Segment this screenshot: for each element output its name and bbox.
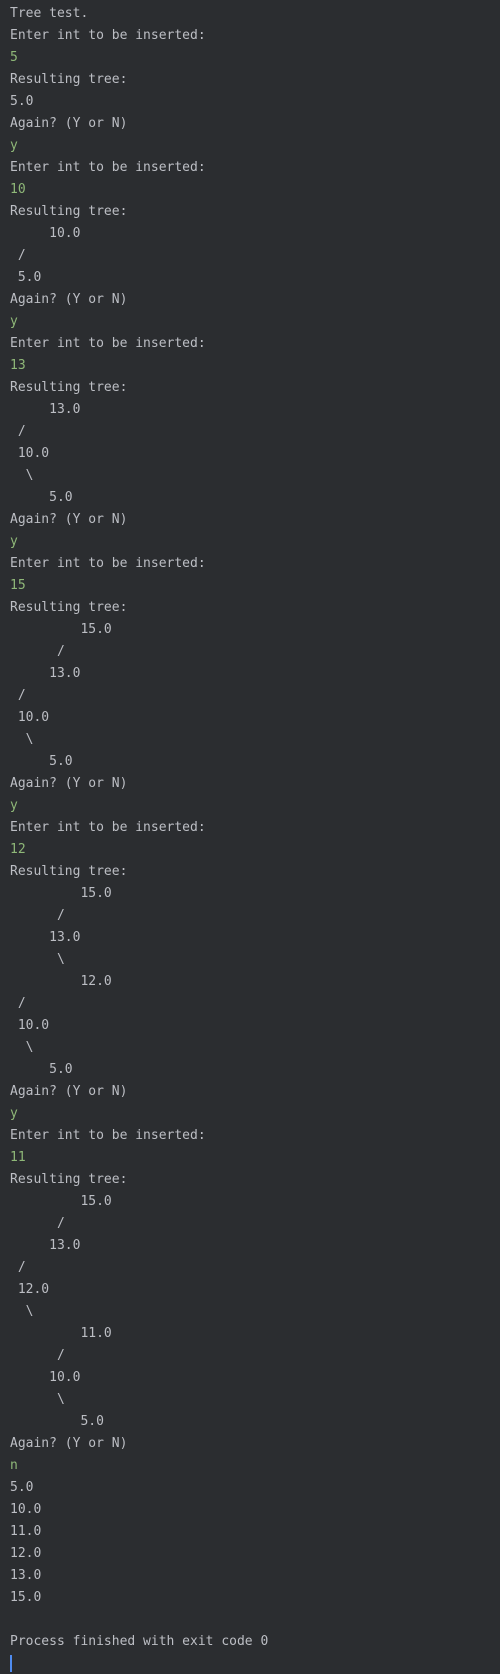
console-output-line: / — [10, 1348, 65, 1363]
console-output-line: \ — [10, 1040, 34, 1055]
console-output-line: / — [10, 424, 26, 439]
console-output-line: Again? (Y or N) — [10, 512, 128, 527]
console-output-line: 15.0 — [10, 886, 112, 901]
console-input-line: 11 — [10, 1150, 26, 1165]
console-output-line: \ — [10, 732, 34, 747]
console-output-line: 10.0 — [10, 1370, 81, 1385]
console-output-line: / — [10, 688, 26, 703]
console-input-line: y — [10, 138, 18, 153]
console-output-line: Enter int to be inserted: — [10, 28, 206, 43]
console-output-line: 13.0 — [10, 402, 81, 417]
console-output-line: / — [10, 1260, 26, 1275]
console-output-line: 5.0 — [10, 94, 34, 109]
console-input-line: 13 — [10, 358, 26, 373]
text-caret[interactable] — [10, 1655, 12, 1672]
console-output-line: 5.0 — [10, 1062, 73, 1077]
console-output-line: 12.0 — [10, 1282, 50, 1297]
console-output-line: / — [10, 908, 65, 923]
console-output-line: 11.0 — [10, 1326, 112, 1341]
console-output-line: Resulting tree: — [10, 204, 128, 219]
console-output-line: Again? (Y or N) — [10, 1084, 128, 1099]
console-output-line: \ — [10, 952, 65, 967]
console-input-line: y — [10, 534, 18, 549]
console-output-line: 5.0 — [10, 490, 73, 505]
console-output-line: 15.0 — [10, 1194, 112, 1209]
console-output-line: Tree test. — [10, 6, 89, 21]
console-output-line: 13.0 — [10, 1238, 81, 1253]
console-output-line: 15.0 — [10, 1590, 42, 1605]
console-output-line: 5.0 — [10, 1480, 34, 1495]
console-output-line: / — [10, 644, 65, 659]
console-output-line: 13.0 — [10, 930, 81, 945]
console-output-line: Enter int to be inserted: — [10, 1128, 206, 1143]
console-output-line: Enter int to be inserted: — [10, 820, 206, 835]
console-output-line: 11.0 — [10, 1524, 42, 1539]
console-output-line: 10.0 — [10, 1502, 42, 1517]
console-output-line: 15.0 — [10, 622, 112, 637]
console-output-line: 13.0 — [10, 1568, 42, 1583]
console-input-line: 12 — [10, 842, 26, 857]
console-output-line: Enter int to be inserted: — [10, 556, 206, 571]
console-output-line: Enter int to be inserted: — [10, 336, 206, 351]
process-exit-line: Process finished with exit code 0 — [10, 1634, 269, 1649]
console-input-line: y — [10, 798, 18, 813]
console-output-line: 10.0 — [10, 1018, 50, 1033]
console-output-line: \ — [10, 1304, 34, 1319]
console-output-line: \ — [10, 468, 34, 483]
console-output-line: Again? (Y or N) — [10, 292, 128, 307]
console-output-line: 10.0 — [10, 710, 50, 725]
console-output-line: 12.0 — [10, 974, 112, 989]
console-output-line: Again? (Y or N) — [10, 1436, 128, 1451]
console-input-line: 15 — [10, 578, 26, 593]
run-console-output[interactable]: Tree test. Enter int to be inserted: 5 Resu… — [0, 0, 500, 1674]
console-output-line: 10.0 — [10, 446, 50, 461]
console-input-line: n — [10, 1458, 18, 1473]
console-output-line: / — [10, 248, 26, 263]
console-output-line: 5.0 — [10, 270, 42, 285]
console-output-line: Resulting tree: — [10, 600, 128, 615]
console-output-line: Resulting tree: — [10, 72, 128, 87]
console-output-line: 12.0 — [10, 1546, 42, 1561]
console-output-line: Resulting tree: — [10, 380, 128, 395]
console-output-line: Resulting tree: — [10, 864, 128, 879]
console-output-line: Enter int to be inserted: — [10, 160, 206, 175]
console-output-line: 5.0 — [10, 754, 73, 769]
console-output-line: 5.0 — [10, 1414, 104, 1429]
console-output-line: Again? (Y or N) — [10, 776, 128, 791]
console-output-line: / — [10, 1216, 65, 1231]
console-input-line: y — [10, 1106, 18, 1121]
console-output-line: 10.0 — [10, 226, 81, 241]
console-output-line: \ — [10, 1392, 65, 1407]
console-output-line: 13.0 — [10, 666, 81, 681]
console-output-line: / — [10, 996, 26, 1011]
console-input-line: y — [10, 314, 18, 329]
console-input-line: 5 — [10, 50, 18, 65]
console-input-line: 10 — [10, 182, 26, 197]
console-output-line: Resulting tree: — [10, 1172, 128, 1187]
console-output-line: Again? (Y or N) — [10, 116, 128, 131]
console-lines: Tree test. Enter int to be inserted: 5 Resu… — [10, 3, 500, 1653]
